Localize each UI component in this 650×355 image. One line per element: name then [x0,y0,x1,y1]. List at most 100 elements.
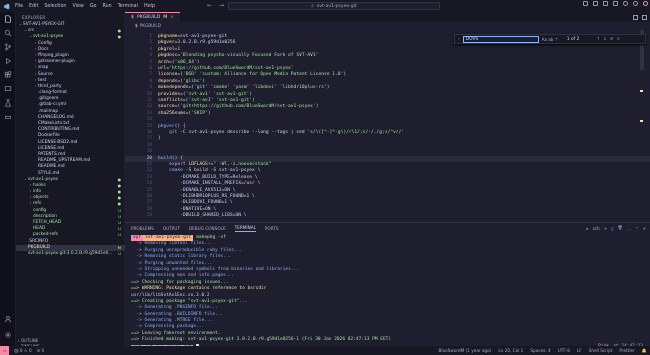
toggle-replace-icon[interactable]: › [458,37,460,42]
close-find-icon[interactable]: × [616,37,620,42]
split-terminal-icon[interactable]: ▯ [611,226,613,231]
terminal-text: ==> Leaving fakeroot environment. [131,330,221,336]
kill-terminal-icon[interactable]: 🗑 [617,225,622,231]
title-bar: File Edit Selection View Go Run Terminal Help ←… [0,0,650,12]
source-control-icon[interactable] [0,40,16,54]
problems-status[interactable]: ⨂ 0 ⚠ 0 [14,348,31,353]
line-number: 21 [146,162,152,167]
menu-item-file[interactable]: File [15,4,23,9]
menu-item-terminal[interactable]: Terminal [118,4,138,9]
menu-item-run[interactable]: Run [102,4,111,9]
close-tab-icon[interactable]: × [170,15,174,20]
tree-item-label: Dockerfile [38,133,60,139]
remote-explorer-icon[interactable] [0,82,16,96]
code-token: ) [202,78,206,84]
code-token: -DBUILD_SHARED_LIBS=ON \ [158,213,247,219]
code-token: -DCMAKE_INSTALL_PREFIX=/usr \ [158,181,261,187]
split-editor-icon[interactable] [633,14,638,20]
docker-icon[interactable] [0,110,16,124]
tab-debug-console[interactable]: DEBUG CONSOLE [189,226,226,231]
testing-icon[interactable] [0,96,16,110]
code-view[interactable]: 1 pkgname=svt-av1-psyex-git 2 pkgver=3.0.2.… [125,30,650,222]
back-arrow-icon[interactable]: ← [207,2,212,9]
encoding-status[interactable]: UTF-8 [558,348,570,353]
menu-bar: File Edit Selection View Go Run Terminal Help [15,4,155,9]
shell-name[interactable]: zsh [593,226,600,231]
code-token: ) [196,59,200,65]
explorer-icon[interactable] [0,12,16,26]
code-line: -DBUILD_SHARED_LIBS=ON \ [158,213,247,219]
tree-item-label: STYLE.md [38,170,60,176]
line-number: 15 [146,123,152,129]
menu-item-view[interactable]: View [72,4,83,9]
menu-item-go[interactable]: Go [90,4,97,9]
tree-item-label: PATENTS.md [38,151,66,157]
terminal-text: -> Removing libtool files... [131,241,213,247]
tree-item[interactable]: svt-av1-psyex-git-3.0.2.B.r9.g59d1e0... U [16,251,125,257]
more-actions-icon[interactable]: … [627,226,631,231]
indentation-status[interactable]: Spaces: 4 [530,348,550,353]
code-token: ) [252,98,255,103]
toggle-panel-icon[interactable] [593,1,598,6]
find-in-selection-icon[interactable]: ≡ [610,37,614,42]
line-number: 19 [146,149,152,155]
tree-item-label: CONTRIBUTING.md [38,127,80,133]
terminal-text: ==> Checking for packaging issues... [131,279,229,285]
run-debug-icon[interactable] [0,54,16,68]
new-terminal-icon[interactable]: + [604,226,608,231]
tree-item-label: Source [38,71,53,77]
notifications-bell-icon[interactable]: 🔔 [642,348,647,354]
toggle-sidebar-icon[interactable] [583,1,588,6]
minimize-icon[interactable] [623,1,628,6]
maximize-icon[interactable] [633,1,638,6]
extensions-icon[interactable] [0,68,16,82]
menu-item-selection[interactable]: Selection [44,4,66,9]
menu-item-edit[interactable]: Edit [29,4,38,9]
accounts-icon[interactable] [0,312,16,326]
manage-gear-icon[interactable] [0,328,16,342]
more-actions-icon[interactable] [642,14,647,20]
tab-ports[interactable]: PORTS [265,226,279,231]
prettier-status[interactable]: Prettier [619,348,634,353]
menu-item-help[interactable]: Help [144,4,155,9]
breadcrumb-file[interactable]: PKGBUILD [140,23,161,28]
terminal-text: -> Removing static library files... [131,254,232,260]
find-input[interactable]: DOVS [462,35,539,43]
close-window-icon[interactable] [643,1,648,6]
tab-terminal[interactable]: TERMINAL [234,225,256,232]
code-token: -DLIBDOVI_FOUND=1 \ [158,200,233,206]
tree-item-label: CHANGELOG.md [38,114,74,120]
layout-icon[interactable] [613,1,618,6]
cursor-position-status[interactable]: Ln 20, Col 1 [498,348,523,353]
tree-item-label: info [33,189,42,195]
command-center[interactable]: ⌕ svt-av1-psyex-git [228,2,440,10]
status-bar: ›‹ ⨂ 0 ⚠ 0 ⊘ 0 BlueSwordM (1 year ago) Ln … [0,346,650,355]
previous-match-icon[interactable]: ↑ [596,37,600,42]
maximize-panel-icon[interactable]: ⌃ [635,226,639,231]
tab-problems[interactable]: PROBLEMS [131,226,154,231]
next-match-icon[interactable]: ↓ [603,37,607,42]
tree-item-label: .SRCINFO [28,238,49,244]
forward-arrow-icon[interactable]: → [219,2,224,9]
search-icon[interactable] [0,26,16,40]
minimap[interactable] [640,30,644,210]
ports-status[interactable]: ⊘ 0 [37,348,45,353]
remote-indicator-icon[interactable]: ›‹ [0,346,10,355]
code-line: pkgname=svt-av1-psyex-git [158,34,227,39]
terminal-output[interactable]: vyr svt-av1-psyex-git makepkg -sf -> Remov… [131,235,643,352]
git-blame-status[interactable]: BlueSwordM (1 year ago) [438,348,491,353]
code-line: git -C svt-av1-psyex describe --long --t… [158,130,404,135]
tab-output[interactable]: OUTPUT [163,226,180,231]
code-line: pkgdesc='Blending psycho-visually Focuse… [158,53,318,58]
terminal-text: -> Generating .BUILDINFO file... [131,311,224,317]
line-number: 22 [146,168,152,174]
toggle-secondary-sidebar-icon[interactable] [603,1,608,6]
close-panel-icon[interactable]: × [642,226,646,231]
find-options[interactable]: Aa ab .* [542,37,558,42]
eol-status[interactable]: LF [577,348,582,353]
find-value: DOVS [465,36,479,42]
language-mode-status[interactable]: Shell Script [589,348,613,353]
code-token: 'https://github.com/BlueSwordM/svt-av1-p… [169,66,294,71]
tab-pkgbuild[interactable]: $ PKGBUILD M × [125,12,181,22]
tree-item-label: hooks [33,182,46,188]
